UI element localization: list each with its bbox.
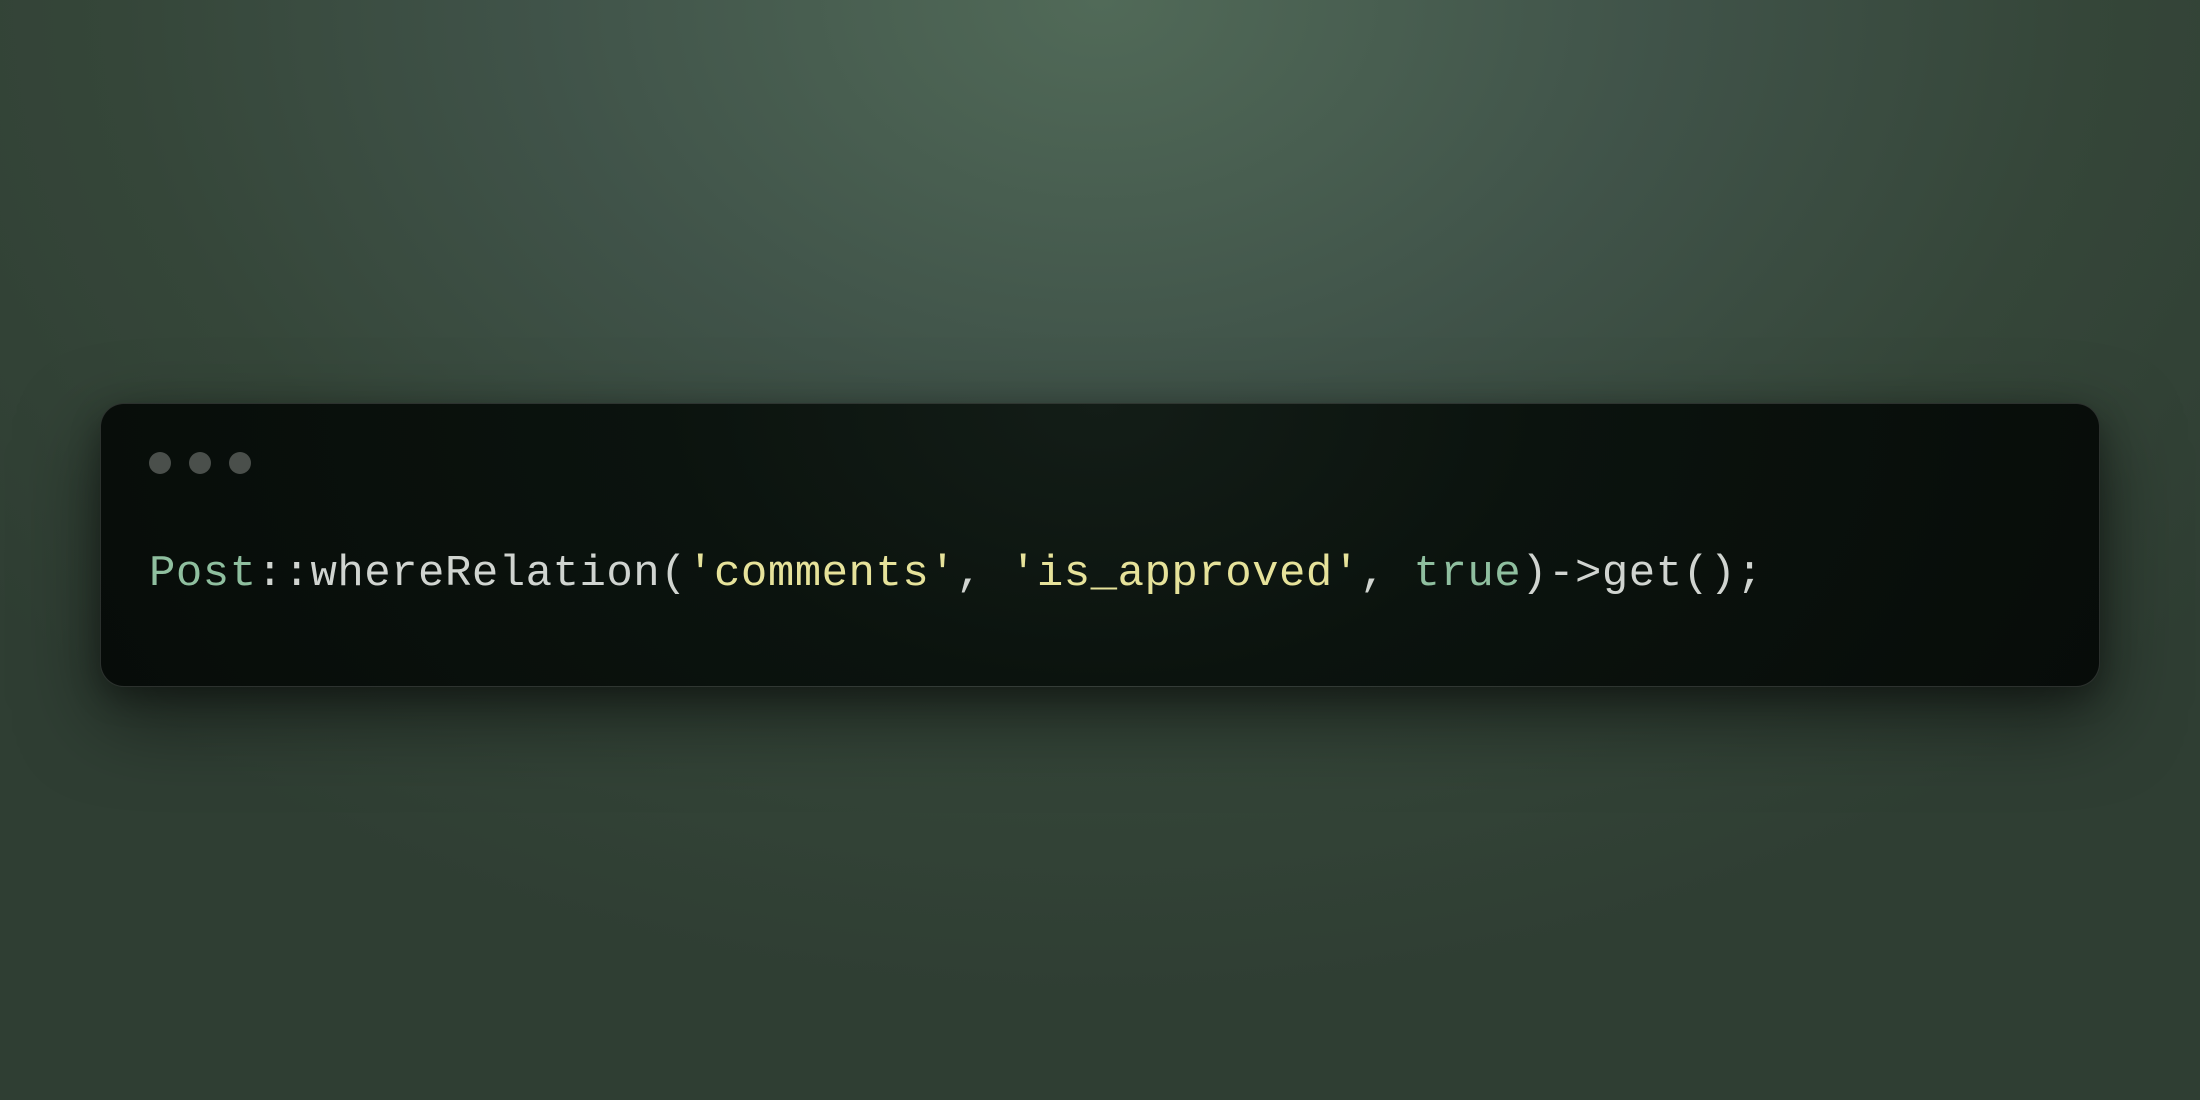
token-class: Post — [149, 549, 257, 599]
token-paren-close: ) — [1710, 549, 1737, 599]
code-window: Post::whereRelation('comments', 'is_appr… — [100, 403, 2100, 687]
window-controls — [149, 452, 2051, 474]
code-content: Post::whereRelation('comments', 'is_appr… — [149, 544, 2051, 606]
token-method: whereRelation — [310, 549, 660, 599]
token-arrow-operator: -> — [1548, 549, 1602, 599]
token-paren-close: ) — [1521, 549, 1548, 599]
token-string: 'is_approved' — [1010, 549, 1360, 599]
token-paren-open: ( — [1683, 549, 1710, 599]
token-paren-open: ( — [660, 549, 687, 599]
token-scope-operator: :: — [257, 549, 311, 599]
token-comma: , — [956, 549, 1010, 599]
token-semicolon: ; — [1736, 549, 1763, 599]
token-comma: , — [1360, 549, 1414, 599]
window-minimize-dot[interactable] — [189, 452, 211, 474]
token-string: 'comments' — [687, 549, 956, 599]
token-method: get — [1602, 549, 1683, 599]
token-keyword-true: true — [1414, 549, 1522, 599]
window-close-dot[interactable] — [149, 452, 171, 474]
window-maximize-dot[interactable] — [229, 452, 251, 474]
